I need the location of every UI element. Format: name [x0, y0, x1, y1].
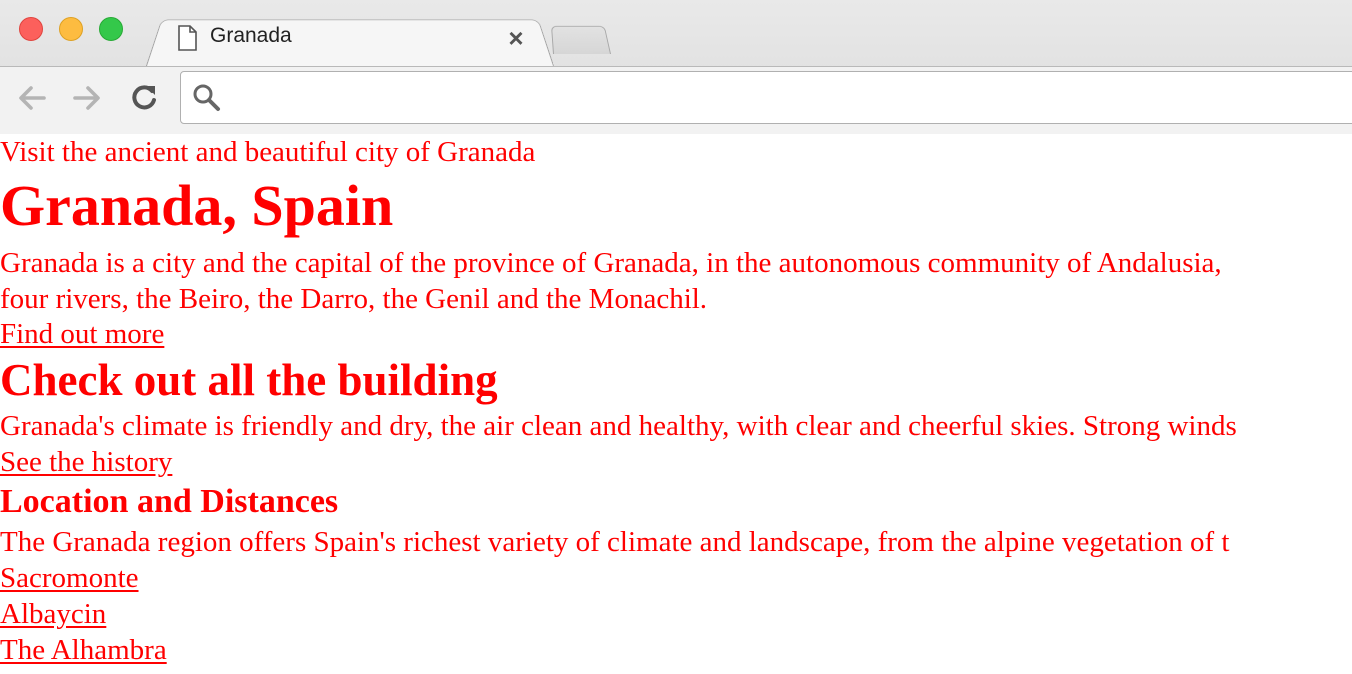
intro-paragraph-line-2: four rivers, the Beiro, the Darro, the G… [0, 283, 708, 315]
forward-arrow-icon [73, 86, 100, 110]
reload-button[interactable] [126, 80, 162, 116]
window-maximize-button[interactable] [99, 17, 123, 41]
new-tab-button[interactable] [551, 25, 611, 54]
tagline: Visit the ancient and beautiful city of … [0, 136, 536, 168]
browser-tab[interactable] [146, 19, 554, 66]
close-icon[interactable]: × [504, 24, 528, 52]
page-title: Granada, Spain [0, 173, 394, 238]
page-icon [178, 25, 197, 51]
tab-favicon [176, 22, 198, 54]
window-close-button[interactable] [19, 17, 43, 41]
reload-icon [132, 85, 156, 110]
page-content: Visit the ancient and beautiful city of … [0, 134, 1352, 674]
back-button[interactable] [14, 80, 50, 116]
forward-button[interactable] [69, 80, 105, 116]
alhambra-link[interactable]: The Alhambra [0, 632, 167, 668]
search-icon [193, 84, 220, 111]
back-arrow-icon [19, 86, 46, 110]
address-input[interactable] [230, 78, 1334, 118]
window-minimize-button[interactable] [59, 17, 83, 41]
location-heading: Location and Distances [0, 483, 339, 520]
sacromonte-link[interactable]: Sacromonte [0, 560, 139, 596]
see-history-link[interactable]: See the history [0, 444, 172, 480]
intro-paragraph-line-1: Granada is a city and the capital of the… [0, 247, 1222, 279]
browser-chrome: Granada × [0, 0, 1352, 134]
albaycin-link[interactable]: Albaycin [0, 596, 106, 632]
find-out-more-link[interactable]: Find out more [0, 316, 164, 352]
tab-title: Granada [210, 24, 292, 47]
region-paragraph: The Granada region offers Spain's riches… [0, 526, 1230, 558]
building-heading: Check out all the building [0, 355, 498, 405]
climate-paragraph: Granada's climate is friendly and dry, t… [0, 410, 1237, 442]
